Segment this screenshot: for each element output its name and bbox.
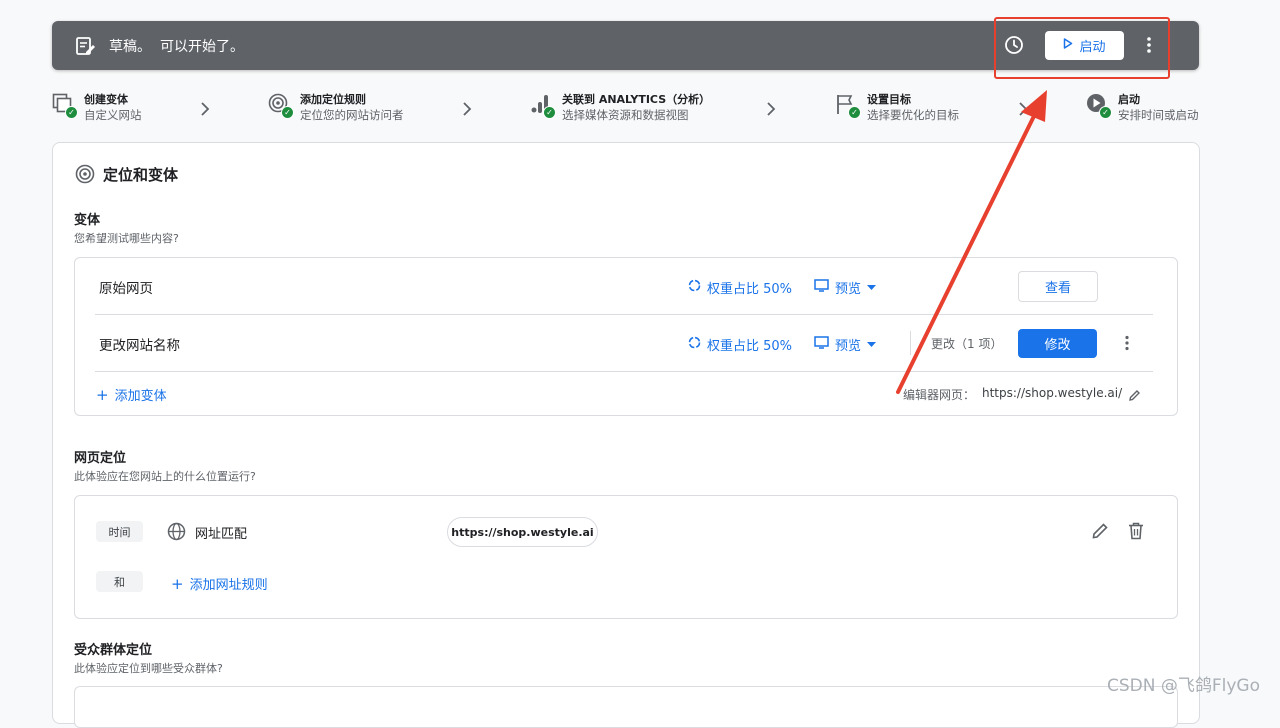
monitor-icon xyxy=(814,336,829,353)
preview-dropdown[interactable]: 预览 xyxy=(814,335,877,354)
step-subtitle: 安排时间或启动 xyxy=(1118,108,1199,122)
step-title: 启动 xyxy=(1118,93,1140,106)
more-vert-icon[interactable] xyxy=(1124,335,1130,355)
add-variant-label: 添加变体 xyxy=(114,389,167,404)
row-divider xyxy=(95,371,1153,372)
edit-pencil-icon[interactable] xyxy=(1091,522,1109,544)
audience-subtitle: 此体验应定位到哪些受众群体? xyxy=(74,662,223,675)
variant-name: 原始网页 xyxy=(99,281,153,297)
url-match-label: 网址匹配 xyxy=(195,527,248,542)
step-create-variant[interactable]: ✓ 创建变体 自定义网站 xyxy=(52,93,142,123)
variants-subtitle: 您希望测试哪些内容? xyxy=(74,232,179,245)
step-set-goal[interactable]: ✓ 设置目标 选择要优化的目标 xyxy=(835,93,959,123)
check-icon: ✓ xyxy=(848,106,861,119)
step-title: 设置目标 xyxy=(867,93,911,106)
row-divider xyxy=(95,314,1153,315)
trash-icon[interactable] xyxy=(1128,522,1144,544)
add-variant-link[interactable]: + 添加变体 xyxy=(96,385,167,405)
step-title: 关联到 ANALYTICS（分析） xyxy=(562,93,711,106)
copy-icon: ✓ xyxy=(52,93,78,119)
weight-link[interactable]: 权重占比 50% xyxy=(688,335,792,354)
analytics-icon: ✓ xyxy=(530,93,556,119)
view-button[interactable]: 查看 xyxy=(1018,271,1098,302)
plus-icon: + xyxy=(171,574,184,593)
weight-label: 权重占比 50% xyxy=(707,339,793,354)
weight-ring-icon xyxy=(688,279,701,296)
monitor-icon xyxy=(814,279,829,296)
editor-page-label: 编辑器网页： xyxy=(903,388,976,402)
annotation-highlight-box xyxy=(994,17,1170,79)
target-icon: ✓ xyxy=(268,93,294,119)
step-subtitle: 选择要优化的目标 xyxy=(867,108,959,122)
page-targeting-subtitle: 此体验应在您网站上的什么位置运行? xyxy=(74,470,256,483)
check-icon: ✓ xyxy=(281,106,294,119)
preview-dropdown[interactable]: 预览 xyxy=(814,278,877,297)
target-icon xyxy=(75,164,95,188)
variants-title: 变体 xyxy=(74,213,101,228)
check-icon: ✓ xyxy=(65,106,78,119)
page-targeting-title: 网页定位 xyxy=(74,451,127,466)
status-subtitle: 可以开始了。 xyxy=(160,39,244,55)
edit-variant-button[interactable]: 修改 xyxy=(1018,329,1097,358)
and-chip: 和 xyxy=(96,571,143,592)
weight-label: 权重占比 50% xyxy=(707,282,793,297)
section-title: 定位和变体 xyxy=(103,166,179,184)
step-subtitle: 选择媒体资源和数据视图 xyxy=(562,108,689,122)
chevron-right-icon xyxy=(462,101,472,121)
draft-icon xyxy=(74,35,96,61)
add-url-rule-label: 添加网址规则 xyxy=(189,578,268,593)
audience-title: 受众群体定位 xyxy=(74,643,153,658)
caret-down-icon xyxy=(867,280,877,295)
check-icon: ✓ xyxy=(1099,106,1112,119)
check-icon: ✓ xyxy=(543,106,556,119)
preview-label: 预览 xyxy=(835,282,862,297)
audience-rules xyxy=(74,686,1178,728)
caret-down-icon xyxy=(867,337,877,352)
step-launch[interactable]: ✓ 启动 安排时间或启动 xyxy=(1086,93,1199,123)
step-subtitle: 定位您的网站访问者 xyxy=(300,108,404,122)
step-link-analytics[interactable]: ✓ 关联到 ANALYTICS（分析） 选择媒体资源和数据视图 xyxy=(530,93,710,123)
targeting-variants-card xyxy=(52,142,1200,724)
plus-icon: + xyxy=(96,385,109,404)
chevron-right-icon xyxy=(200,101,210,121)
url-pill[interactable]: https://shop.westyle.ai xyxy=(447,517,598,547)
step-add-targeting[interactable]: ✓ 添加定位规则 定位您的网站访问者 xyxy=(268,93,404,123)
variant-name: 更改网站名称 xyxy=(99,338,180,354)
globe-icon xyxy=(167,522,186,545)
weight-link[interactable]: 权重占比 50% xyxy=(688,278,792,297)
preview-label: 预览 xyxy=(835,339,862,354)
step-subtitle: 自定义网站 xyxy=(84,108,142,122)
editor-page-url: https://shop.westyle.ai/ xyxy=(982,386,1123,400)
flag-icon: ✓ xyxy=(835,93,861,119)
play-circle-icon: ✓ xyxy=(1086,93,1112,119)
when-chip: 时间 xyxy=(96,521,143,542)
step-title: 添加定位规则 xyxy=(300,93,366,106)
chevron-right-icon xyxy=(1018,101,1028,121)
watermark: CSDN @飞鸽FlyGo xyxy=(1107,676,1261,696)
step-title: 创建变体 xyxy=(84,93,128,106)
chevron-right-icon xyxy=(766,101,776,121)
add-url-rule-link[interactable]: + 添加网址规则 xyxy=(171,574,268,594)
status-title: 草稿。 xyxy=(109,39,151,55)
vertical-divider xyxy=(910,331,911,355)
weight-ring-icon xyxy=(688,336,701,353)
pencil-icon[interactable] xyxy=(1128,387,1141,406)
changes-count: 更改（1 项） xyxy=(931,337,1003,351)
page-targeting-rules xyxy=(74,495,1178,619)
